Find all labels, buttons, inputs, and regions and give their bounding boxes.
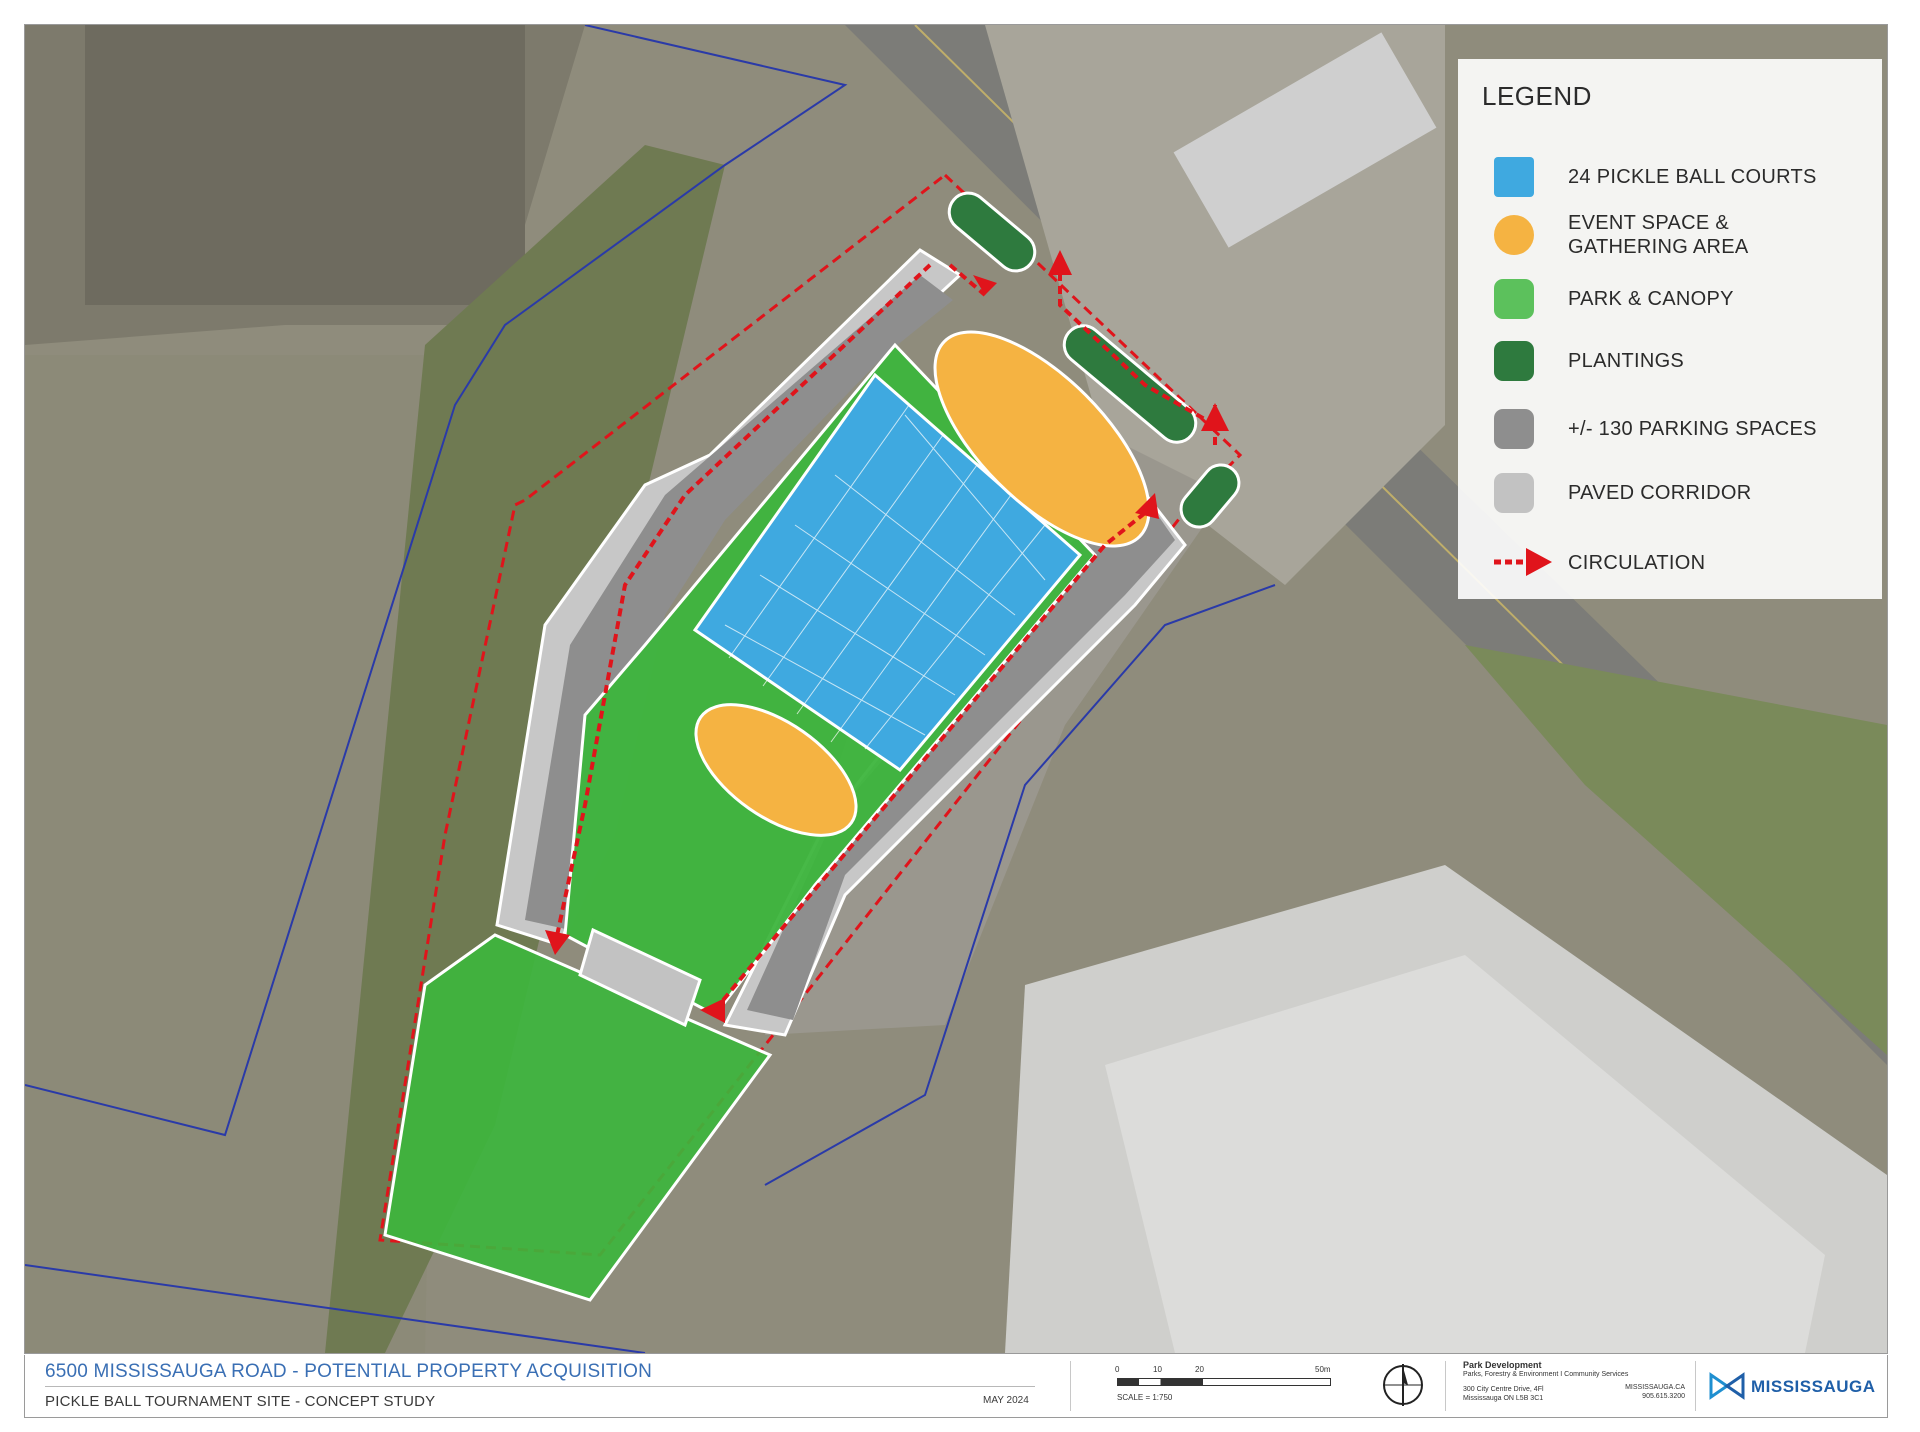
contact-info: MISSISSAUGA.CA 905.615.3200 bbox=[1605, 1383, 1685, 1401]
scale-tick: 0 bbox=[1115, 1365, 1120, 1374]
legend-item-courts: 24 PICKLE BALL COURTS bbox=[1458, 147, 1882, 207]
scale-bar: 0 10 20 50m SCALE = 1:750 bbox=[1115, 1365, 1345, 1413]
mississauga-logo: MISSISSAUGA bbox=[1709, 1369, 1879, 1403]
legend-label: CIRCULATION bbox=[1568, 552, 1706, 574]
website-text: MISSISSAUGA.CA bbox=[1625, 1384, 1685, 1391]
title-block-divider bbox=[1070, 1361, 1071, 1411]
title-block-divider bbox=[1695, 1361, 1696, 1411]
paved-corridor-swatch bbox=[1494, 473, 1534, 513]
scale-label: SCALE = 1:750 bbox=[1117, 1393, 1173, 1402]
scale-tick: 10 bbox=[1153, 1365, 1162, 1374]
scale-tick: 50m bbox=[1315, 1365, 1331, 1374]
title-block-divider bbox=[1445, 1361, 1446, 1411]
mississauga-logo-icon bbox=[1709, 1372, 1745, 1400]
park-canopy-swatch bbox=[1494, 279, 1534, 319]
project-title: 6500 MISSISSAUGA ROAD - POTENTIAL PROPER… bbox=[45, 1361, 652, 1382]
legend-label: PARK & CANOPY bbox=[1568, 288, 1734, 310]
title-divider bbox=[45, 1386, 1035, 1387]
north-arrow-icon bbox=[1383, 1364, 1423, 1406]
legend-item-plantings: PLANTINGS bbox=[1458, 335, 1882, 395]
industrial-warehouse-roof bbox=[85, 25, 525, 305]
legend-label: +/- 130 PARKING SPACES bbox=[1568, 418, 1817, 440]
pickleball-courts-swatch bbox=[1494, 157, 1534, 197]
legend-item-park: PARK & CANOPY bbox=[1458, 273, 1882, 333]
legend-label: 24 PICKLE BALL COURTS bbox=[1568, 166, 1817, 188]
scale-tick: 20 bbox=[1195, 1365, 1204, 1374]
site-plan-sheet: LEGEND 24 PICKLE BALL COURTS EVENT SPACE… bbox=[24, 24, 1888, 1354]
legend-title: LEGEND bbox=[1482, 81, 1592, 111]
legend-item-circulation: CIRCULATION bbox=[1458, 537, 1882, 597]
phone-text: 905.615.3200 bbox=[1642, 1393, 1685, 1400]
legend-label: PLANTINGS bbox=[1568, 350, 1685, 372]
department-name: Park Development bbox=[1463, 1360, 1542, 1370]
division-name: Parks, Forestry & Environment I Communit… bbox=[1463, 1371, 1629, 1378]
project-subtitle: PICKLE BALL TOURNAMENT SITE - CONCEPT ST… bbox=[45, 1393, 436, 1410]
scale-bar-graphic bbox=[1117, 1378, 1331, 1386]
legend-label: PAVED CORRIDOR bbox=[1568, 482, 1752, 504]
plan-date: MAY 2024 bbox=[983, 1395, 1029, 1406]
legend-item-parking: +/- 130 PARKING SPACES bbox=[1458, 403, 1882, 463]
legend-label: EVENT SPACE & GATHERING AREA bbox=[1568, 212, 1749, 258]
event-space-swatch bbox=[1494, 215, 1534, 255]
logo-text: MISSISSAUGA bbox=[1751, 1377, 1876, 1396]
plantings-swatch bbox=[1494, 341, 1534, 381]
legend-item-event-space: EVENT SPACE & GATHERING AREA bbox=[1458, 207, 1882, 267]
map-legend: LEGEND 24 PICKLE BALL COURTS EVENT SPACE… bbox=[1458, 59, 1882, 599]
title-block: 6500 MISSISSAUGA ROAD - POTENTIAL PROPER… bbox=[24, 1355, 1888, 1418]
parking-swatch bbox=[1494, 409, 1534, 449]
circulation-arrow-icon bbox=[1494, 548, 1552, 576]
legend-item-paved-corridor: PAVED CORRIDOR bbox=[1458, 465, 1882, 525]
scale-ticks: 0 10 20 50m bbox=[1115, 1365, 1345, 1377]
